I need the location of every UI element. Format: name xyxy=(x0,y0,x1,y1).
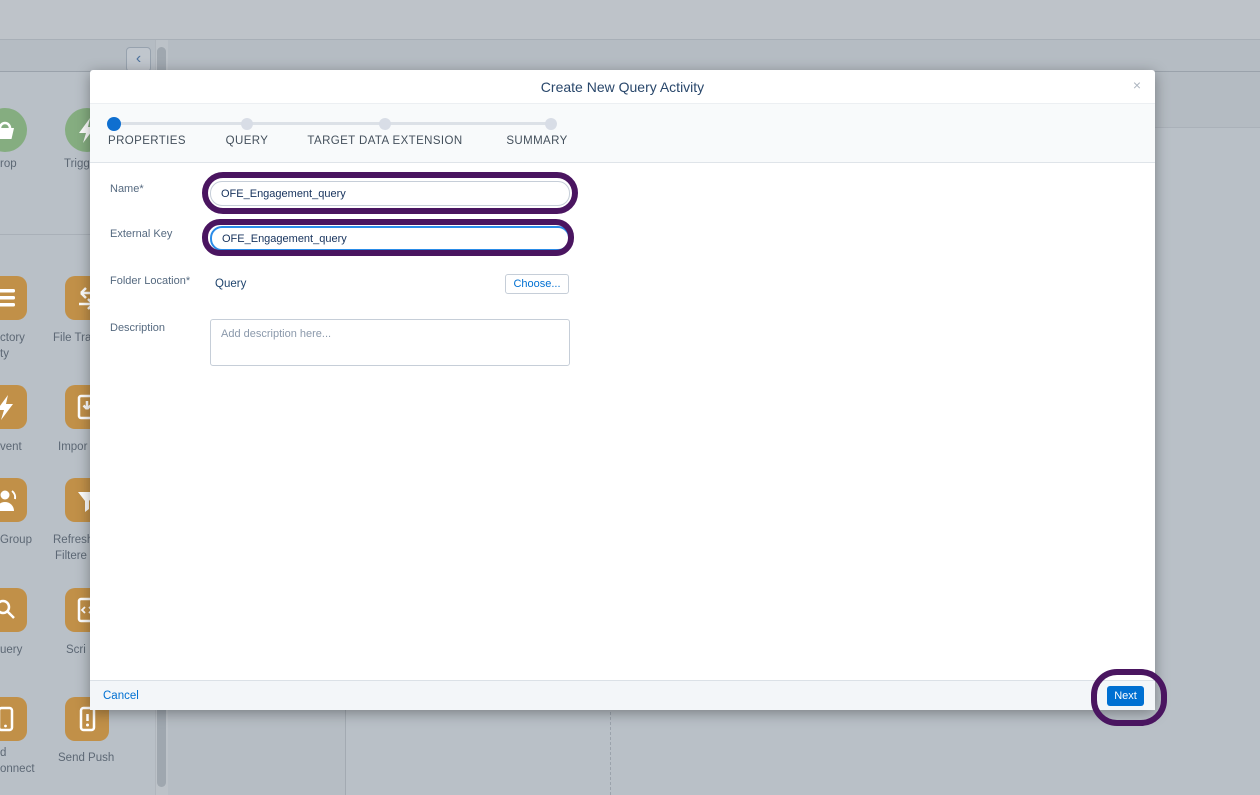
fire-event-icon[interactable] xyxy=(0,385,27,429)
send-connect-label-2: onnect xyxy=(0,762,35,777)
data-factory-utility-label-1: ctory xyxy=(0,331,25,346)
progress-track xyxy=(114,122,551,125)
external-key-label: External Key xyxy=(110,228,172,240)
wizard-progress: PROPERTIES QUERY TARGET DATA EXTENSION S… xyxy=(90,103,1155,163)
step-label-summary[interactable]: SUMMARY xyxy=(506,135,567,147)
file-transfer-label: File Tra xyxy=(53,331,91,346)
collapse-palette-button[interactable]: ‹ xyxy=(126,47,151,72)
step-label-target-de[interactable]: TARGET DATA EXTENSION xyxy=(307,135,462,147)
fire-event-label: vent xyxy=(0,440,22,455)
refresh-group-icon[interactable] xyxy=(0,478,27,522)
description-textarea[interactable] xyxy=(210,319,570,366)
step-dot-properties[interactable] xyxy=(107,117,121,131)
modal-header: Create New Query Activity × xyxy=(90,70,1155,103)
step-label-query[interactable]: QUERY xyxy=(226,135,269,147)
name-label: Name* xyxy=(110,183,144,195)
annotation-ring-name-input xyxy=(202,172,578,214)
sql-query-label: uery xyxy=(0,643,22,658)
choose-folder-button[interactable]: Choose... xyxy=(505,274,569,294)
send-connect-icon[interactable] xyxy=(0,697,27,741)
data-factory-utility-icon[interactable] xyxy=(0,276,27,320)
modal-title: Create New Query Activity xyxy=(90,79,1155,95)
import-file-label: Impor xyxy=(58,440,87,455)
data-factory-utility-label-2: ty xyxy=(0,347,9,362)
refresh-filtered-label-2: Filtere xyxy=(55,549,87,564)
annotation-ring-external-key-input xyxy=(202,219,574,256)
close-icon[interactable]: × xyxy=(1133,78,1141,92)
cancel-link[interactable]: Cancel xyxy=(103,681,139,711)
annotation-ring-next-button xyxy=(1091,669,1167,726)
step-dot-query[interactable] xyxy=(241,118,253,130)
step-dot-target-de[interactable] xyxy=(379,118,391,130)
description-label: Description xyxy=(110,322,165,334)
send-connect-label-1: d xyxy=(0,746,6,761)
top-tab-bar xyxy=(0,0,1260,40)
triggered-label: Trigg xyxy=(64,157,90,172)
refresh-group-label: Group xyxy=(0,533,32,548)
chevron-left-icon: ‹ xyxy=(136,50,141,67)
sql-query-icon[interactable] xyxy=(0,588,27,632)
send-push-label: Send Push xyxy=(58,751,114,766)
folder-location-label: Folder Location* xyxy=(110,275,190,287)
file-drop-icon[interactable] xyxy=(0,108,27,152)
step-dot-summary[interactable] xyxy=(545,118,557,130)
refresh-filtered-label-1: Refresh xyxy=(53,533,93,548)
folder-location-value: Query xyxy=(215,278,246,290)
create-query-activity-modal: Create New Query Activity × PROPERTIES Q… xyxy=(90,70,1155,710)
step-label-properties[interactable]: PROPERTIES xyxy=(108,135,186,147)
modal-footer: Cancel Next xyxy=(90,680,1155,710)
canvas-header-row xyxy=(0,40,1260,72)
script-label: Scri xyxy=(66,643,86,658)
file-drop-label: rop xyxy=(0,157,17,172)
